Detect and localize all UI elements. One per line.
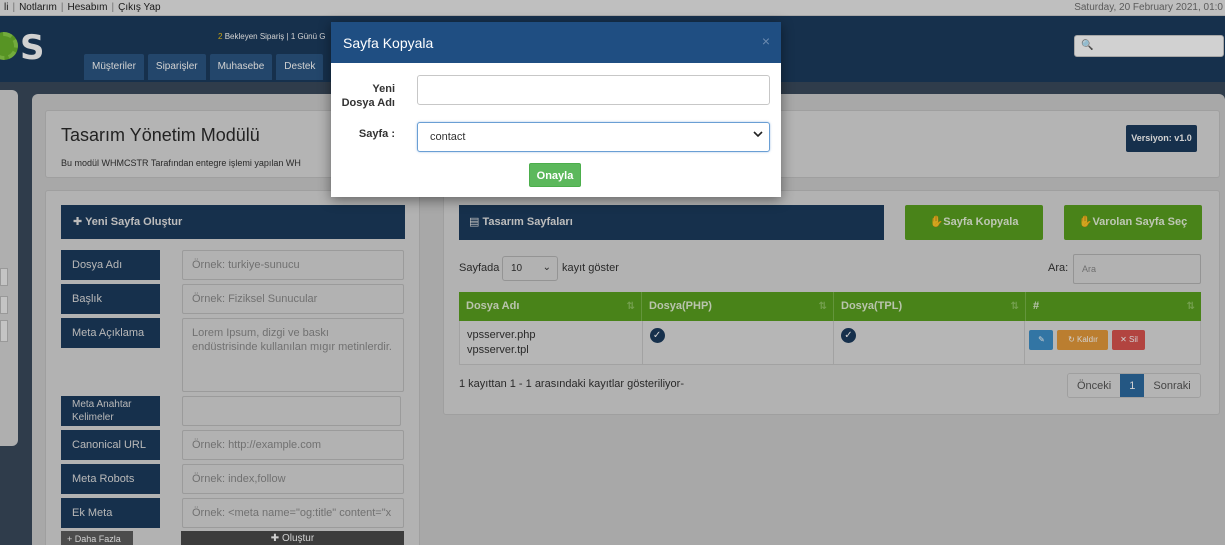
new-file-name-input[interactable] xyxy=(417,75,770,105)
modal-title: Sayfa Kopyala xyxy=(343,35,434,51)
chevron-down-icon xyxy=(753,131,763,138)
copy-page-modal: Sayfa Kopyala × Yeni Dosya Adı Sayfa : c… xyxy=(331,22,781,197)
page-select-label: Sayfa : xyxy=(358,128,395,140)
confirm-button[interactable]: Onayla xyxy=(529,163,581,187)
new-file-name-label: Yeni Dosya Adı xyxy=(341,83,395,109)
page-select[interactable]: contact xyxy=(417,122,770,152)
modal-header: Sayfa Kopyala × xyxy=(331,22,781,63)
close-icon[interactable]: × xyxy=(762,33,770,49)
page-select-value: contact xyxy=(430,131,466,143)
